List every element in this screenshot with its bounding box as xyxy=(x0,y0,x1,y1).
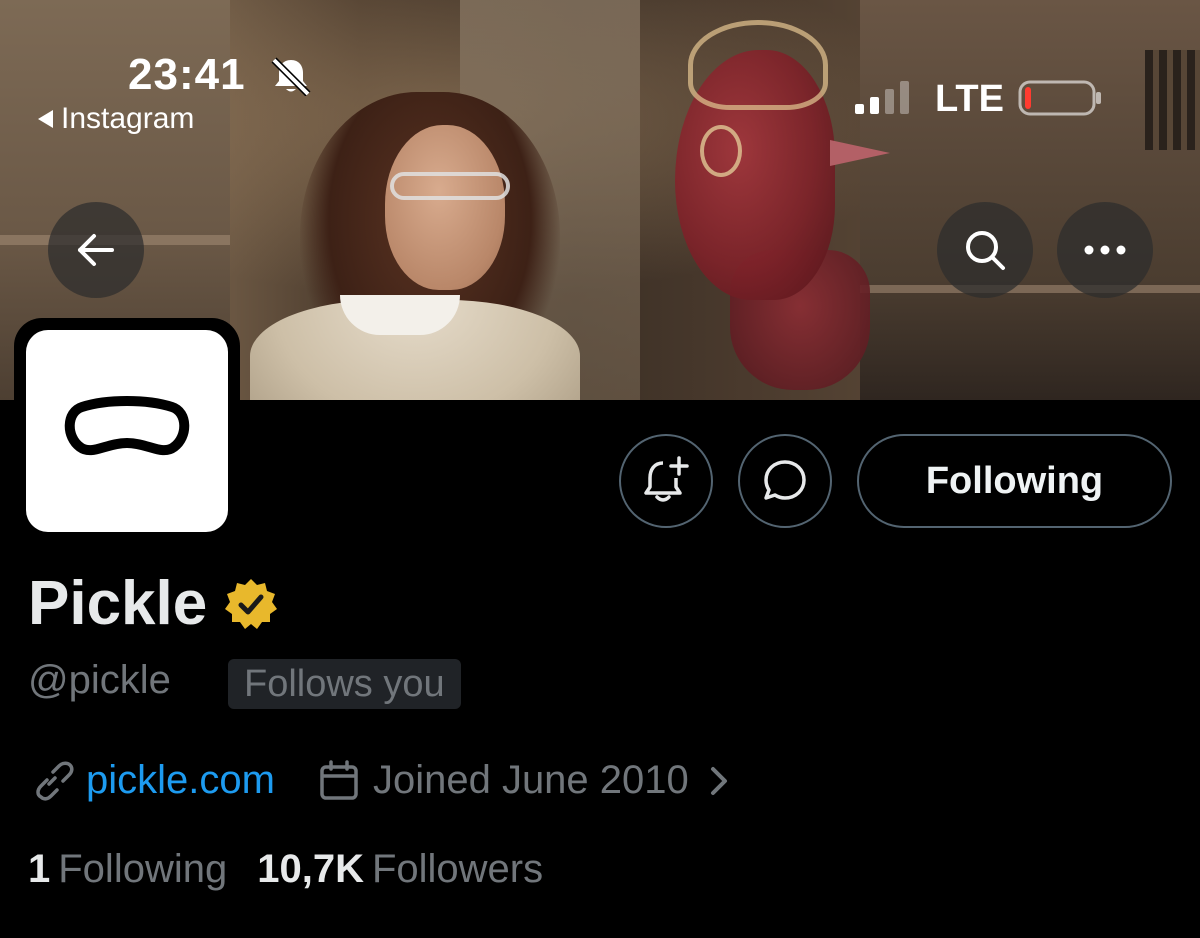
following-stat-label: Following xyxy=(58,847,228,891)
back-button[interactable] xyxy=(48,202,144,298)
following-stat[interactable]: 1 Following xyxy=(28,847,227,892)
back-triangle-icon xyxy=(38,110,53,128)
back-arrow-icon xyxy=(78,234,114,266)
message-button[interactable] xyxy=(738,434,832,528)
following-button[interactable]: Following xyxy=(857,434,1172,528)
calendar-icon xyxy=(320,759,358,800)
banner-cabinet-shelf xyxy=(860,285,1200,293)
website-link[interactable]: pickle.com xyxy=(86,758,275,803)
status-time: 23:41 xyxy=(128,50,246,99)
profile-handle: @pickle xyxy=(28,658,171,702)
banner-person-face xyxy=(385,125,505,290)
followers-count: 10,7K xyxy=(257,847,364,891)
battery-icon xyxy=(1018,80,1101,116)
banner-person-glasses xyxy=(390,172,510,200)
link-icon xyxy=(36,761,74,801)
message-bubble-icon xyxy=(764,460,806,500)
display-name: Pickle xyxy=(28,569,208,638)
followers-stat-label: Followers xyxy=(371,847,544,891)
notifications-button[interactable] xyxy=(619,434,713,528)
avatar-image xyxy=(26,330,228,532)
banner-hologram-head xyxy=(660,20,890,390)
verified-badge-icon[interactable] xyxy=(223,576,279,632)
search-icon xyxy=(966,231,1005,270)
more-icon xyxy=(1084,245,1126,255)
back-to-instagram-link[interactable]: Instagram xyxy=(38,102,194,136)
follows-you-badge: Follows you xyxy=(228,659,461,709)
banner-books xyxy=(1145,50,1200,150)
profile-meta-row: pickle.com Joined June 2010 xyxy=(30,758,733,803)
network-type: LTE xyxy=(935,78,1004,120)
display-name-row: Pickle xyxy=(28,568,279,639)
back-app-label: Instagram xyxy=(61,102,195,135)
pickle-logo-icon xyxy=(64,396,190,456)
followers-stat[interactable]: 10,7K Followers xyxy=(257,847,543,892)
following-count: 1 xyxy=(28,847,51,891)
joined-date[interactable]: Joined June 2010 xyxy=(373,758,689,803)
profile-stats-row: 1 Following 10,7K Followers xyxy=(28,847,573,892)
bell-plus-icon xyxy=(644,456,689,502)
bell-muted-icon xyxy=(271,57,311,96)
chevron-right-icon[interactable] xyxy=(707,761,733,801)
more-options-button[interactable] xyxy=(1057,202,1153,298)
signal-icon xyxy=(855,81,909,114)
profile-avatar[interactable] xyxy=(14,318,240,544)
search-button[interactable] xyxy=(937,202,1033,298)
